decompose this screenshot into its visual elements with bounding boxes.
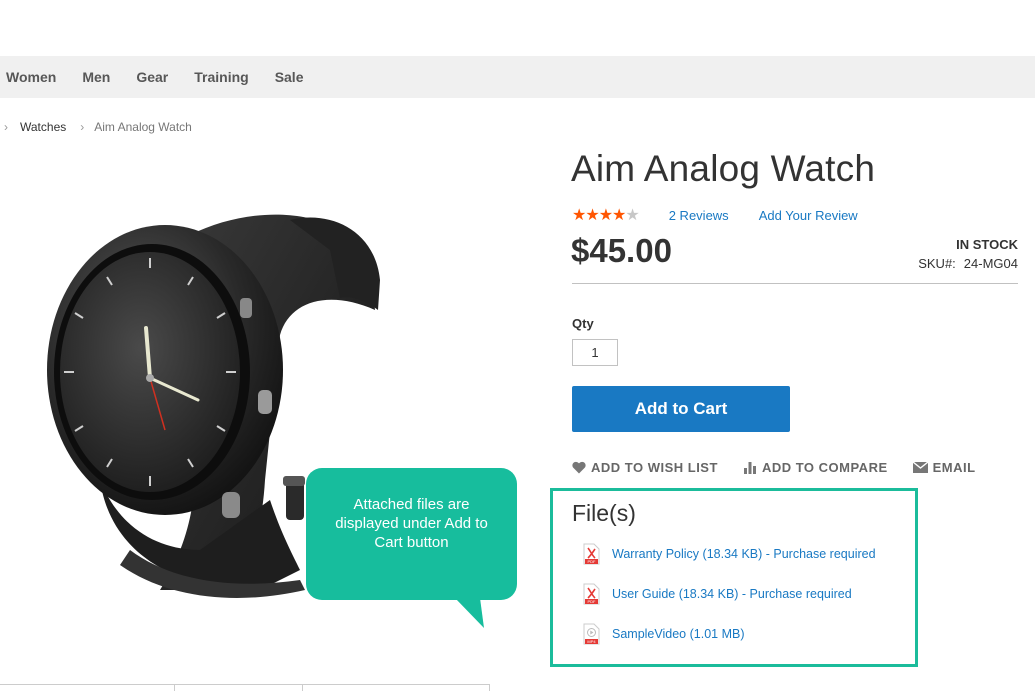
add-to-cart-button[interactable]: Add to Cart: [572, 386, 790, 432]
breadcrumb: › Watches › Aim Analog Watch: [4, 120, 192, 134]
svg-text:PDF: PDF: [588, 559, 597, 564]
qty-input[interactable]: [572, 339, 618, 366]
product-title: Aim Analog Watch: [571, 148, 876, 189]
pdf-file-icon: PDF: [583, 583, 600, 605]
file-link-warranty-policy[interactable]: PDF Warranty Policy (18.34 KB) - Purchas…: [583, 543, 876, 565]
svg-text:MP4: MP4: [587, 639, 596, 644]
breadcrumb-current: Aim Analog Watch: [94, 120, 192, 134]
nav-item-men[interactable]: Men: [82, 69, 110, 85]
divider: [572, 283, 1018, 284]
file-label: User Guide (18.34 KB) - Purchase require…: [612, 587, 852, 601]
qty-label: Qty: [572, 316, 594, 331]
wishlist-label: ADD TO WISH LIST: [591, 460, 718, 475]
annotation-callout: Attached files are displayed under Add t…: [306, 468, 517, 600]
product-price: $45.00: [571, 232, 672, 269]
breadcrumb-separator-icon: ›: [80, 120, 85, 134]
product-rating: ★ ★ ★ ★ ★ 2 Reviews Add Your Review: [572, 205, 858, 225]
add-review-link[interactable]: Add Your Review: [759, 208, 858, 223]
product-actions: ADD TO WISH LIST ADD TO COMPARE EMAIL: [572, 460, 1001, 475]
main-nav: Women Men Gear Training Sale: [0, 56, 1035, 98]
stock-status: IN STOCK: [956, 237, 1018, 252]
callout-text: Attached files are displayed under Add t…: [335, 495, 488, 551]
add-to-wishlist-button[interactable]: ADD TO WISH LIST: [572, 460, 718, 475]
file-link-sample-video[interactable]: MP4 SampleVideo (1.01 MB): [583, 623, 744, 645]
nav-item-women[interactable]: Women: [6, 69, 56, 85]
attached-files-section: File(s) PDF Warranty Policy (18.34 KB) -…: [550, 488, 918, 667]
star-empty-icon: ★: [625, 207, 639, 224]
file-label: Warranty Policy (18.34 KB) - Purchase re…: [612, 547, 876, 561]
email-button[interactable]: EMAIL: [912, 460, 976, 475]
sku-value: 24-MG04: [963, 256, 1018, 271]
star-icon: ★: [585, 207, 599, 224]
product-sku: SKU#: 24-MG04: [918, 256, 1018, 271]
nav-item-gear[interactable]: Gear: [136, 69, 168, 85]
heart-icon: [572, 461, 586, 474]
breadcrumb-link-watches[interactable]: Watches: [20, 120, 66, 134]
compare-label: ADD TO COMPARE: [761, 460, 888, 475]
file-label: SampleVideo (1.01 MB): [612, 627, 745, 641]
email-label: EMAIL: [932, 460, 976, 475]
svg-text:PDF: PDF: [588, 599, 597, 604]
reviews-link[interactable]: 2 Reviews: [669, 208, 729, 223]
breadcrumb-separator-icon: ›: [4, 120, 8, 134]
mp4-file-icon: MP4: [583, 623, 600, 645]
compare-icon: [743, 462, 756, 474]
nav-item-training[interactable]: Training: [194, 69, 248, 85]
file-link-user-guide[interactable]: PDF User Guide (18.34 KB) - Purchase req…: [583, 583, 852, 605]
star-icon: ★: [598, 207, 613, 224]
rating-stars: ★ ★ ★ ★ ★: [572, 205, 640, 225]
nav-item-sale[interactable]: Sale: [275, 69, 304, 85]
files-title: File(s): [572, 500, 636, 526]
add-to-compare-button[interactable]: ADD TO COMPARE: [743, 460, 888, 475]
envelope-icon: [912, 462, 928, 473]
pdf-file-icon: PDF: [583, 543, 600, 565]
star-icon: ★: [612, 207, 626, 224]
sku-label: SKU#:: [918, 256, 956, 271]
callout-tail: [455, 598, 484, 628]
star-icon: ★: [572, 207, 586, 224]
